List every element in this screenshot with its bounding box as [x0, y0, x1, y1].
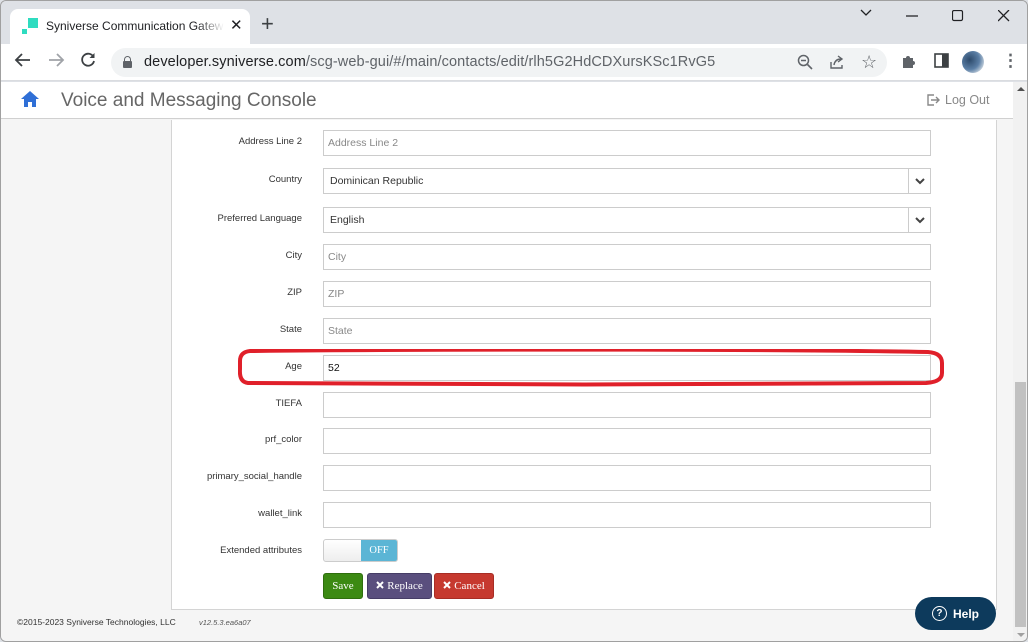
wallet-link-input[interactable] [323, 502, 931, 528]
reload-button[interactable] [79, 51, 97, 73]
maximize-button[interactable] [951, 9, 964, 25]
field-label: wallet_link [258, 508, 302, 519]
extended-attributes-toggle[interactable]: OFF [323, 539, 398, 562]
app-title: Voice and Messaging Console [61, 90, 317, 111]
sidebar [1, 120, 171, 610]
field-label: Country [268, 174, 302, 185]
toggle-state-label: OFF [361, 540, 397, 561]
syniverse-favicon-icon [22, 18, 38, 34]
scroll-down-arrow-icon[interactable] [1017, 633, 1025, 637]
form-actions: Save Replace Cancel [172, 573, 998, 599]
side-panel-icon[interactable] [934, 53, 949, 72]
help-label: Help [952, 606, 979, 621]
home-icon[interactable] [20, 90, 40, 108]
question-circle-icon: ? [931, 606, 947, 621]
address-bar[interactable]: developer.syniverse.com/scg-web-gui/#/ma… [111, 48, 887, 77]
minimize-button[interactable] [906, 7, 918, 23]
preferred-language-select[interactable]: English [323, 207, 931, 233]
scroll-up-arrow-icon[interactable] [1017, 87, 1025, 91]
form-row-extended-attributes: Extended attributes OFF [172, 539, 998, 565]
extensions-puzzle-icon[interactable] [901, 53, 917, 73]
browser-menu-icon[interactable]: ⋮ [1002, 51, 1019, 71]
share-icon[interactable] [829, 54, 845, 74]
field-label: Extended attributes [220, 545, 302, 556]
country-selected-value: Dominican Republic [330, 175, 424, 187]
primary-social-handle-input[interactable] [323, 465, 931, 491]
cancel-button[interactable]: Cancel [434, 573, 494, 599]
back-button[interactable] [14, 51, 32, 73]
tiefa-input[interactable] [323, 392, 931, 418]
tab-title: Syniverse Communication Gateway [46, 19, 224, 33]
field-label: State [279, 324, 302, 335]
address-line-2-input[interactable] [323, 130, 931, 156]
logout-link[interactable]: Log Out [927, 93, 989, 107]
chevron-down-icon[interactable] [908, 208, 930, 232]
browser-toolbar: developer.syniverse.com/scg-web-gui/#/ma… [1, 44, 1027, 81]
state-input[interactable] [323, 318, 931, 344]
age-input[interactable] [323, 355, 931, 381]
zip-input[interactable] [323, 281, 931, 307]
close-tab-icon[interactable]: ✕ [230, 17, 243, 35]
form-row-country: Country Dominican Republic [172, 168, 998, 194]
app-header: Voice and Messaging Console Log Out [1, 82, 1013, 119]
copyright-text: ©2015-2023 Syniverse Technologies, LLC [17, 617, 176, 627]
preferred-language-selected-value: English [330, 214, 365, 226]
lock-icon[interactable] [123, 56, 132, 68]
cancel-label: Cancel [454, 580, 485, 592]
new-tab-button[interactable]: + [261, 13, 274, 35]
form-row-preferred-language: Preferred Language English [172, 207, 998, 233]
field-label: TIEFA [275, 398, 302, 409]
form-row-city: City [172, 244, 998, 270]
profile-avatar[interactable] [962, 51, 984, 73]
form-row-age: Age [172, 355, 998, 381]
prf-color-input[interactable] [323, 428, 931, 454]
field-label: ZIP [287, 287, 302, 298]
chevron-down-icon[interactable] [908, 169, 930, 193]
forward-button[interactable] [47, 51, 65, 73]
bookmark-star-icon[interactable]: ☆ [861, 52, 877, 73]
help-button[interactable]: ? Help [915, 597, 996, 630]
close-window-button[interactable] [997, 9, 1010, 25]
field-label: Preferred Language [217, 213, 302, 224]
tab-strip: Syniverse Communication Gateway ✕ + [1, 1, 1027, 44]
field-label: City [285, 250, 302, 261]
field-label: prf_color [265, 434, 302, 445]
form-row-zip: ZIP [172, 281, 998, 307]
form-row-tiefa: TIEFA [172, 392, 998, 418]
replace-button[interactable]: Replace [367, 573, 432, 599]
save-label: Save [332, 580, 354, 592]
page-scrollbar[interactable] [1013, 82, 1027, 641]
form-row-address-line-2: Address Line 2 [172, 130, 998, 156]
form-row-wallet-link: wallet_link [172, 502, 998, 528]
logout-icon [927, 94, 940, 106]
page-viewport: Voice and Messaging Console Log Out Addr… [1, 82, 1013, 641]
contact-edit-form: Address Line 2 Country Dominican Republi… [171, 120, 997, 610]
form-row-primary-social-handle: primary_social_handle [172, 465, 998, 491]
scrollbar-thumb[interactable] [1015, 382, 1026, 627]
form-row-prf-color: prf_color [172, 428, 998, 454]
field-label: Age [285, 361, 302, 372]
zoom-out-icon[interactable] [797, 54, 813, 74]
save-button[interactable]: Save [323, 573, 363, 599]
x-icon [376, 580, 384, 592]
browser-window: Syniverse Communication Gateway ✕ + deve… [0, 0, 1028, 642]
field-label: Address Line 2 [238, 136, 302, 147]
tab-search-chevron-icon[interactable] [859, 5, 873, 23]
version-text: v12.5.3.ea6a07 [199, 618, 251, 627]
x-icon [443, 580, 451, 592]
url-text[interactable]: developer.syniverse.com/scg-web-gui/#/ma… [144, 54, 715, 70]
browser-tab[interactable]: Syniverse Communication Gateway ✕ [10, 9, 250, 44]
field-label: primary_social_handle [206, 471, 302, 482]
form-row-state: State [172, 318, 998, 344]
logout-label: Log Out [945, 93, 990, 107]
country-select[interactable]: Dominican Republic [323, 168, 931, 194]
replace-label: Replace [387, 580, 423, 592]
city-input[interactable] [323, 244, 931, 270]
